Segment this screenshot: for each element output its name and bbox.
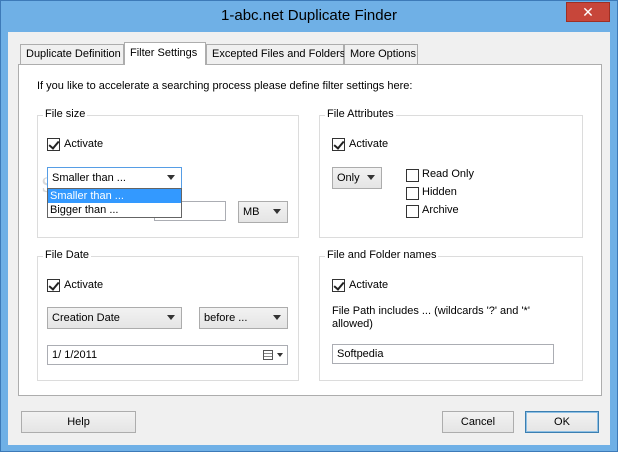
file-path-label: File Path includes ... (wildcards '?' an… xyxy=(332,305,530,330)
attribute-mode-value: Only xyxy=(337,172,360,184)
calendar-icon[interactable] xyxy=(263,350,273,360)
size-unit-value: MB xyxy=(243,206,260,218)
date-value: 1/ 1/2011 xyxy=(52,349,98,361)
chevron-down-icon xyxy=(167,175,175,180)
app-window: 1-abc.net Duplicate Finder ✕ Duplicate D… xyxy=(0,0,618,452)
size-unit-select[interactable]: MB xyxy=(238,201,288,223)
names-activate-checkbox[interactable] xyxy=(332,279,345,292)
filter-settings-panel: If you like to accelerate a searching pr… xyxy=(18,64,602,396)
file-size-group: File size Activate Smaller than ... Smal… xyxy=(37,108,299,238)
tab-more-options[interactable]: More Options xyxy=(344,44,418,64)
ok-button[interactable]: OK xyxy=(525,411,599,433)
file-size-activate-label: Activate xyxy=(64,138,104,150)
date-activate-label: Activate xyxy=(64,279,104,291)
size-comparison-dropdown: Smaller than ... Bigger than ... xyxy=(47,188,182,218)
file-size-title: File size xyxy=(43,108,88,120)
size-comparison-select[interactable]: Smaller than ... xyxy=(47,167,182,189)
file-attributes-group: File Attributes Activate Only Read Only … xyxy=(319,108,583,238)
file-date-title: File Date xyxy=(43,249,92,261)
dialog-client: Duplicate Definition Filter Settings Exc… xyxy=(8,32,610,445)
names-title: File and Folder names xyxy=(325,249,439,261)
tab-duplicate-definition[interactable]: Duplicate Definition xyxy=(20,44,124,64)
tab-filter-settings[interactable]: Filter Settings xyxy=(124,42,206,65)
file-attributes-title: File Attributes xyxy=(325,108,396,120)
size-comparison-value: Smaller than ... xyxy=(52,172,126,184)
close-icon: ✕ xyxy=(582,4,594,20)
attribute-mode-select[interactable]: Only xyxy=(332,167,382,189)
read-only-checkbox[interactable] xyxy=(406,169,419,182)
date-type-select[interactable]: Creation Date xyxy=(47,307,182,329)
archive-label: Archive xyxy=(422,204,459,216)
window-title: 1-abc.net Duplicate Finder xyxy=(221,7,397,24)
names-group: File and Folder names Activate File Path… xyxy=(319,249,583,381)
chevron-down-icon xyxy=(273,315,281,320)
dropdown-option-bigger[interactable]: Bigger than ... xyxy=(48,203,181,217)
attributes-activate-label: Activate xyxy=(349,138,389,150)
intro-text: If you like to accelerate a searching pr… xyxy=(37,80,413,92)
help-button[interactable]: Help xyxy=(21,411,136,433)
attributes-activate-checkbox[interactable] xyxy=(332,138,345,151)
file-size-activate-checkbox[interactable] xyxy=(47,138,60,151)
date-relation-value: before ... xyxy=(204,312,248,324)
cancel-button[interactable]: Cancel xyxy=(442,411,514,433)
hidden-checkbox[interactable] xyxy=(406,187,419,200)
file-path-input[interactable]: Softpedia xyxy=(332,344,554,364)
names-activate-label: Activate xyxy=(349,279,389,291)
chevron-down-icon[interactable] xyxy=(277,353,283,357)
date-type-value: Creation Date xyxy=(52,312,120,324)
date-picker[interactable]: 1/ 1/2011 xyxy=(47,345,288,365)
archive-checkbox[interactable] xyxy=(406,205,419,218)
chevron-down-icon xyxy=(273,209,281,214)
date-activate-checkbox[interactable] xyxy=(47,279,60,292)
date-relation-select[interactable]: before ... xyxy=(199,307,288,329)
dropdown-option-smaller[interactable]: Smaller than ... xyxy=(48,189,181,203)
title-bar[interactable]: 1-abc.net Duplicate Finder ✕ xyxy=(1,1,617,32)
file-date-group: File Date Activate Creation Date before … xyxy=(37,249,299,381)
chevron-down-icon xyxy=(367,175,375,180)
hidden-label: Hidden xyxy=(422,186,457,198)
chevron-down-icon xyxy=(167,315,175,320)
read-only-label: Read Only xyxy=(422,168,474,180)
tab-excepted-files[interactable]: Excepted Files and Folders xyxy=(206,44,345,64)
close-button[interactable]: ✕ xyxy=(566,2,610,22)
